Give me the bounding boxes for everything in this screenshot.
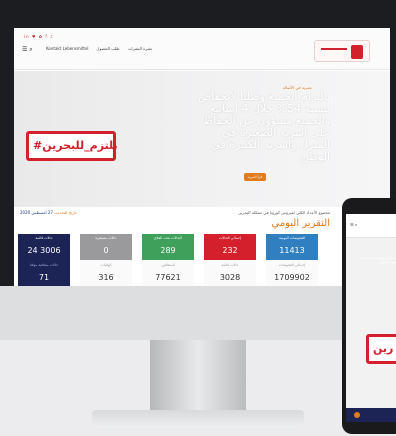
stat-card-3-value: 289 xyxy=(160,246,176,255)
stat-card-1-value: 24 3006 xyxy=(27,246,61,255)
stat-card-4: إجمالي الحالات 232 xyxy=(204,234,256,260)
stat-subcard-5-value: 1709902 xyxy=(274,273,310,282)
stat-card-2-value: 0 xyxy=(103,246,109,255)
stat-subcard-4: حالات قائمة 3028 xyxy=(204,260,256,286)
stat-subcard-5-label: إجمالي الفحوصات xyxy=(278,263,306,267)
stat-card-5-value: 11413 xyxy=(279,246,305,255)
social-icons[interactable]: in ♥ ✿ f ♪ xyxy=(24,34,54,39)
nav-link-3[interactable]: نشرة النشرات xyxy=(128,46,152,51)
nav-link-2[interactable]: طلب الحصول xyxy=(97,46,120,51)
stat-card-2-label: حالات مستقرة xyxy=(95,236,117,240)
stat-subcard-1-label: حالات متعافية مؤقتا xyxy=(29,263,59,267)
stat-subcard-3: المتعافين 77621 xyxy=(142,260,194,286)
mobile-screen: ☰ ⌕ بالتزام الجميع وصلنا لانخفاض والجميع… xyxy=(346,214,396,422)
stat-subcard-2-label: الوفيات xyxy=(100,263,112,267)
mobile-hero-text: بالتزام الجميع وصلنا لانخفاض والجميع مسؤ… xyxy=(359,256,396,264)
stat-subcard-3-value: 77621 xyxy=(155,273,181,282)
hero-headline: بالتزام الجميع وصلنا لانخفاض بنسبة 54% خ… xyxy=(197,90,330,163)
site-header: in ♥ ✿ f ♪ ☰ ⌕ Kontakt Lebensmittel طلب … xyxy=(14,28,390,70)
logo-text-graphic xyxy=(321,48,347,50)
stat-card-3-label: الحالات تحت العلاج xyxy=(154,236,182,240)
stat-card-1: حالات قائمة 24 3006 xyxy=(18,234,70,260)
report-title: التقرير اليومي xyxy=(271,218,330,229)
stat-subcard-5: إجمالي الفحوصات 1709902 xyxy=(266,260,318,286)
stat-card-3: الحالات تحت العلاج 289 xyxy=(142,234,194,260)
monitor-stand-neck xyxy=(150,340,246,414)
website-screen: in ♥ ✿ f ♪ ☰ ⌕ Kontakt Lebensmittel طلب … xyxy=(14,28,390,286)
stat-subcard-3-label: المتعافين xyxy=(161,263,175,267)
daily-report-section: تاريخ التحديث 27 أغسطس 2020 مجموع الأعدا… xyxy=(14,208,390,286)
stat-subcard-4-label: حالات قائمة xyxy=(221,263,239,267)
nav-link-1[interactable]: Kontakt Lebensmittel xyxy=(46,46,89,51)
stat-subcard-2-value: 316 xyxy=(98,273,114,282)
mobile-bottom-bar xyxy=(346,408,396,422)
read-more-button[interactable]: قرأ المزيد xyxy=(244,173,266,181)
mobile-header: ☰ ⌕ xyxy=(346,214,396,238)
stat-subcard-2: الوفيات 316 xyxy=(80,260,132,286)
mobile-phone: ☰ ⌕ بالتزام الجميع وصلنا لانخفاض والجميع… xyxy=(342,198,396,434)
logo-mark-icon xyxy=(351,45,363,59)
date-prefix: تاريخ التحديث xyxy=(54,210,77,215)
mobile-campaign-badge: رين xyxy=(366,334,396,364)
campaign-hashtag: #نلتزم_للبحرين xyxy=(33,139,118,152)
mobile-orange-dot-icon[interactable] xyxy=(354,412,360,418)
update-date: تاريخ التحديث 27 أغسطس 2020 xyxy=(20,210,77,215)
stat-card-4-label: إجمالي الحالات xyxy=(219,236,241,240)
stat-card-4-value: 232 xyxy=(222,246,238,255)
hero-banner: عمرية في الأصالة بالتزام الجميع وصلنا لا… xyxy=(14,71,390,229)
menu-icon[interactable]: ☰ ⌕ xyxy=(22,46,33,54)
stat-subcard-1: حالات متعافية مؤقتا 71 xyxy=(18,260,70,286)
nav-links: Kontakt Lebensmittel طلب الحصول نشرة الن… xyxy=(46,46,152,51)
date-value: 27 أغسطس 2020 xyxy=(20,210,53,215)
stat-subcard-1-value: 71 xyxy=(38,273,50,282)
stat-card-1-label: حالات قائمة xyxy=(35,236,53,240)
stats-cards: حالات قائمة 24 3006 حالات مستقرة 0 الحال… xyxy=(18,234,332,286)
monitor-stand-base xyxy=(92,410,304,428)
stat-card-5: الفحوصات اليومية 11413 xyxy=(266,234,318,260)
site-logo[interactable] xyxy=(314,40,370,62)
stat-subcard-4-value: 3028 xyxy=(219,273,241,282)
stat-card-5-label: الفحوصات اليومية xyxy=(278,236,306,240)
report-note: مجموع الأعداد الكلي لفيروس كورونا في ممل… xyxy=(238,210,330,215)
mobile-menu-icon[interactable]: ☰ ⌕ xyxy=(350,222,357,227)
monitor-chin xyxy=(0,286,396,340)
mobile-campaign-text: رين xyxy=(373,342,394,355)
campaign-badge: #نلتزم_للبحرين xyxy=(26,131,118,161)
stat-card-2: حالات مستقرة 0 xyxy=(80,234,132,260)
